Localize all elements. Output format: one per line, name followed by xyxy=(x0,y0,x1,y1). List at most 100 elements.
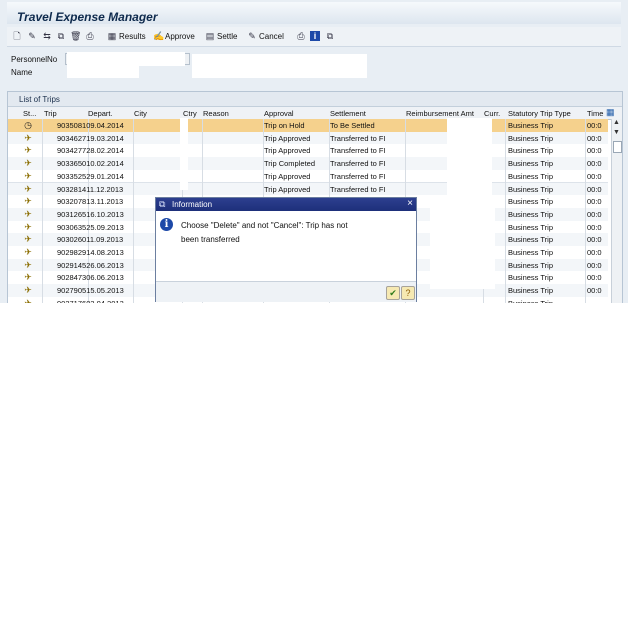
close-icon[interactable]: × xyxy=(407,198,413,209)
column-divider xyxy=(505,271,506,285)
cell-trip: 903508109.04.2014 xyxy=(57,121,124,130)
dialog-window-icon: ⧉ xyxy=(159,199,166,209)
cell-trip: 903427728.02.2014 xyxy=(57,146,124,156)
trip-icon[interactable]: ✈ xyxy=(23,133,33,143)
column-divider xyxy=(505,220,506,234)
column-divider xyxy=(585,220,586,234)
app-window: Travel Expense Manager 🗋 ✎ ⇆ ⧉ 🗑 ⎙ ▦ Resu… xyxy=(0,0,628,303)
scroll-up-icon[interactable]: ▲ xyxy=(613,119,620,126)
column-divider xyxy=(133,296,134,303)
column-divider xyxy=(42,119,43,132)
cell-approval: Trip Approved xyxy=(264,171,311,181)
trip-icon[interactable]: ✈ xyxy=(23,196,33,206)
column-divider xyxy=(505,169,506,183)
cell-time: 00:0 xyxy=(587,133,602,143)
table-row[interactable]: ✈ 903365010.02.2014 Trip Completed Transfer… xyxy=(8,157,608,171)
approve-icon: ✍ xyxy=(153,31,165,41)
display-button[interactable]: ⇆ xyxy=(42,30,52,42)
approve-button[interactable]: ✍ Approve xyxy=(153,30,195,42)
create-icon: 🗋 xyxy=(13,31,21,41)
trip-icon[interactable]: ✈ xyxy=(23,247,33,257)
printer-button[interactable]: ⎙ xyxy=(296,30,306,42)
table-row[interactable]: ✈ 903427728.02.2014 Trip Approved Transferr… xyxy=(8,144,608,159)
trip-icon[interactable]: ✈ xyxy=(23,272,33,282)
delete-button[interactable]: 🗑 xyxy=(70,30,81,42)
column-divider xyxy=(133,220,134,234)
column-divider xyxy=(42,182,43,196)
trip-icon[interactable]: ✈ xyxy=(23,260,33,270)
column-divider xyxy=(133,144,134,158)
cell-trip-type: Business Trip xyxy=(508,235,554,245)
trip-icon[interactable]: ✈ xyxy=(23,209,33,219)
col-settlement[interactable]: Settlement xyxy=(330,109,366,118)
col-status[interactable]: St... xyxy=(23,109,36,118)
col-trip-type[interactable]: Statutory Trip Type xyxy=(508,109,571,118)
column-divider xyxy=(42,169,43,183)
table-row[interactable]: ✈ 903352529.01.2014 Trip Approved Transferr… xyxy=(8,169,608,184)
col-reimbursement[interactable]: Reimbursement Amt xyxy=(406,109,474,118)
col-depart[interactable]: Depart. xyxy=(88,109,113,118)
column-divider xyxy=(202,144,203,158)
column-divider xyxy=(133,207,134,221)
trip-icon[interactable]: ✈ xyxy=(23,285,33,295)
col-currency[interactable]: Curr. xyxy=(484,109,500,118)
results-button[interactable]: ▦ Results xyxy=(107,30,146,42)
cell-time: 00:0 xyxy=(587,248,602,257)
col-reason[interactable]: Reason xyxy=(203,109,229,118)
col-time[interactable]: Time xyxy=(587,109,603,118)
table-row[interactable]: ✈ 903462719.03.2014 Trip Approved Transferr… xyxy=(8,131,608,146)
trip-icon[interactable]: ✈ xyxy=(23,184,33,194)
trip-icon[interactable]: ✈ xyxy=(23,158,33,168)
table-row[interactable]: ◷ 903508109.04.2014 Trip on Hold To Be Sett… xyxy=(8,119,608,133)
column-divider xyxy=(42,144,43,158)
attachment-button[interactable]: ⧉ xyxy=(325,30,335,42)
column-divider xyxy=(585,119,586,132)
layout-icon[interactable]: ▦ xyxy=(606,107,616,117)
name-label: Name xyxy=(11,68,33,77)
col-ctry[interactable]: Ctry xyxy=(183,109,197,118)
column-divider xyxy=(585,131,586,145)
cell-trip-type: Business Trip xyxy=(508,273,554,283)
scroll-thumb[interactable] xyxy=(613,141,622,153)
trip-icon[interactable]: ✈ xyxy=(23,222,33,232)
vertical-scrollbar[interactable]: ▲ ▼ xyxy=(611,119,622,303)
col-trip[interactable]: Trip xyxy=(44,109,57,118)
print-button[interactable]: ⎙ xyxy=(85,30,95,42)
cell-trip: 903207813.11.2013 xyxy=(57,197,124,207)
column-divider xyxy=(405,157,406,171)
column-divider xyxy=(505,258,506,272)
edit-button[interactable]: ✎ xyxy=(27,30,37,42)
clock-icon[interactable]: ◷ xyxy=(23,120,33,130)
cell-settlement: To Be Settled xyxy=(330,121,375,130)
cell-trip: 903026011.09.2013 xyxy=(57,235,124,245)
column-divider xyxy=(585,233,586,247)
cell-trip: 903365010.02.2014 xyxy=(57,159,124,169)
dialog-title-bar: ⧉ Information × xyxy=(156,198,416,211)
column-divider xyxy=(585,144,586,158)
edit-icon: ✎ xyxy=(28,31,36,41)
col-approval[interactable]: Approval xyxy=(264,109,294,118)
cell-trip-type: Business Trip xyxy=(508,209,554,219)
trip-icon[interactable]: ✈ xyxy=(23,145,33,155)
settle-button[interactable]: ▤ Settle xyxy=(205,30,238,42)
scroll-down-icon[interactable]: ▼ xyxy=(613,129,620,136)
trip-icon[interactable]: ✈ xyxy=(23,234,33,244)
table-row[interactable]: ✈ 903281411.12.2013 Trip Approved Transferr… xyxy=(8,182,608,197)
create-button[interactable]: 🗋 xyxy=(12,30,22,42)
cancel-button[interactable]: ✎ Cancel xyxy=(247,30,284,42)
col-city[interactable]: City xyxy=(134,109,147,118)
column-divider xyxy=(585,246,586,259)
column-divider xyxy=(505,195,506,209)
column-divider xyxy=(42,233,43,247)
copy-button[interactable]: ⧉ xyxy=(56,30,66,42)
column-divider xyxy=(585,284,586,298)
redacted-area xyxy=(67,52,185,66)
cell-settlement: Transferred to FI xyxy=(330,159,386,169)
ok-button[interactable]: ✔ xyxy=(386,286,400,300)
trip-icon[interactable]: ✈ xyxy=(23,298,33,303)
column-divider xyxy=(505,233,506,247)
help-button[interactable]: ? xyxy=(401,286,415,300)
cell-trip: 902790515.05.2013 xyxy=(57,286,124,296)
info-button[interactable]: i xyxy=(310,30,320,42)
trip-icon[interactable]: ✈ xyxy=(23,171,33,181)
